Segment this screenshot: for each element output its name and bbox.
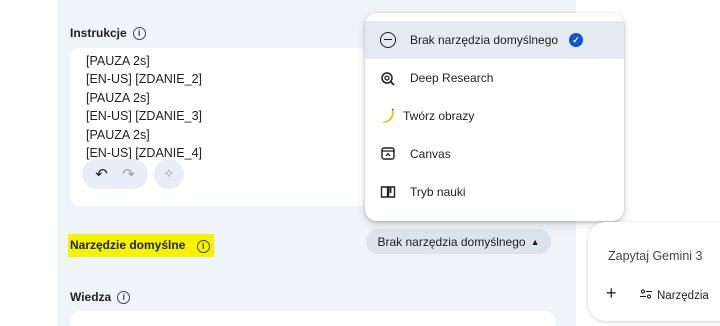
default-tool-label: Narzędzie domyślne i [68, 234, 214, 257]
instructions-label-row: Instrukcje i [70, 26, 146, 40]
instructions-textarea[interactable]: [PAUZA 2s] [EN-US] [ZDANIE_2] [PAUZA 2s]… [70, 48, 370, 206]
menu-item-canvas[interactable]: Canvas [365, 135, 624, 173]
canvas-icon [379, 145, 397, 163]
menu-item-label: Canvas [410, 147, 451, 161]
default-tool-dropdown[interactable]: Brak narzędzia domyślnego ▲ [366, 229, 551, 254]
menu-item-create-images[interactable]: Twórz obrazy [365, 97, 624, 135]
menu-item-label: Brak narzędzia domyślnego [410, 33, 559, 47]
default-tool-label-text: Narzędzie domyślne [70, 238, 186, 252]
menu-item-deep-research[interactable]: Deep Research [365, 59, 624, 97]
menu-item-label: Tryb nauki [410, 185, 466, 199]
magic-wand-icon[interactable]: ✧ [154, 159, 184, 189]
undo-redo-group: ↶ ↷ [82, 159, 148, 189]
knowledge-box[interactable] [70, 311, 555, 326]
info-icon[interactable]: i [132, 26, 146, 40]
tools-button[interactable]: Narzędzia [640, 289, 709, 302]
knowledge-label: Wiedza [70, 290, 112, 304]
default-tool-label-row: Narzędzie domyślne i [68, 234, 214, 257]
info-icon[interactable]: i [117, 290, 131, 304]
gemini-prompt-placeholder[interactable]: Zapytaj Gemini 3 [608, 249, 702, 263]
info-icon[interactable]: i [196, 240, 210, 253]
book-icon [379, 183, 397, 201]
knowledge-label-row: Wiedza i [70, 290, 131, 304]
instructions-label: Instrukcje [70, 26, 127, 40]
menu-item-learning-mode[interactable]: Tryb nauki [365, 173, 624, 211]
gemini-prompt-box[interactable]: Zapytaj Gemini 3 + Narzędzia [588, 222, 720, 321]
menu-item-label: Deep Research [410, 71, 494, 85]
instructions-text[interactable]: [PAUZA 2s] [EN-US] [ZDANIE_2] [PAUZA 2s]… [86, 52, 202, 162]
default-tool-menu: Brak narzędzia domyślnego ✓ Deep Researc… [365, 13, 624, 221]
undo-icon[interactable]: ↶ [95, 165, 108, 183]
default-tool-value: Brak narzędzia domyślnego [377, 234, 526, 249]
chevron-up-icon: ▲ [530, 236, 540, 247]
tune-icon [640, 289, 652, 302]
tools-label: Narzędzia [657, 289, 709, 302]
minus-circle-icon [379, 31, 397, 49]
menu-item-no-default[interactable]: Brak narzędzia domyślnego ✓ [365, 21, 624, 59]
check-icon: ✓ [569, 33, 583, 47]
plus-icon[interactable]: + [606, 283, 617, 304]
redo-icon[interactable]: ↷ [122, 165, 135, 183]
banana-icon [379, 107, 397, 125]
deep-research-icon [379, 69, 397, 87]
menu-item-label: Twórz obrazy [403, 109, 475, 123]
